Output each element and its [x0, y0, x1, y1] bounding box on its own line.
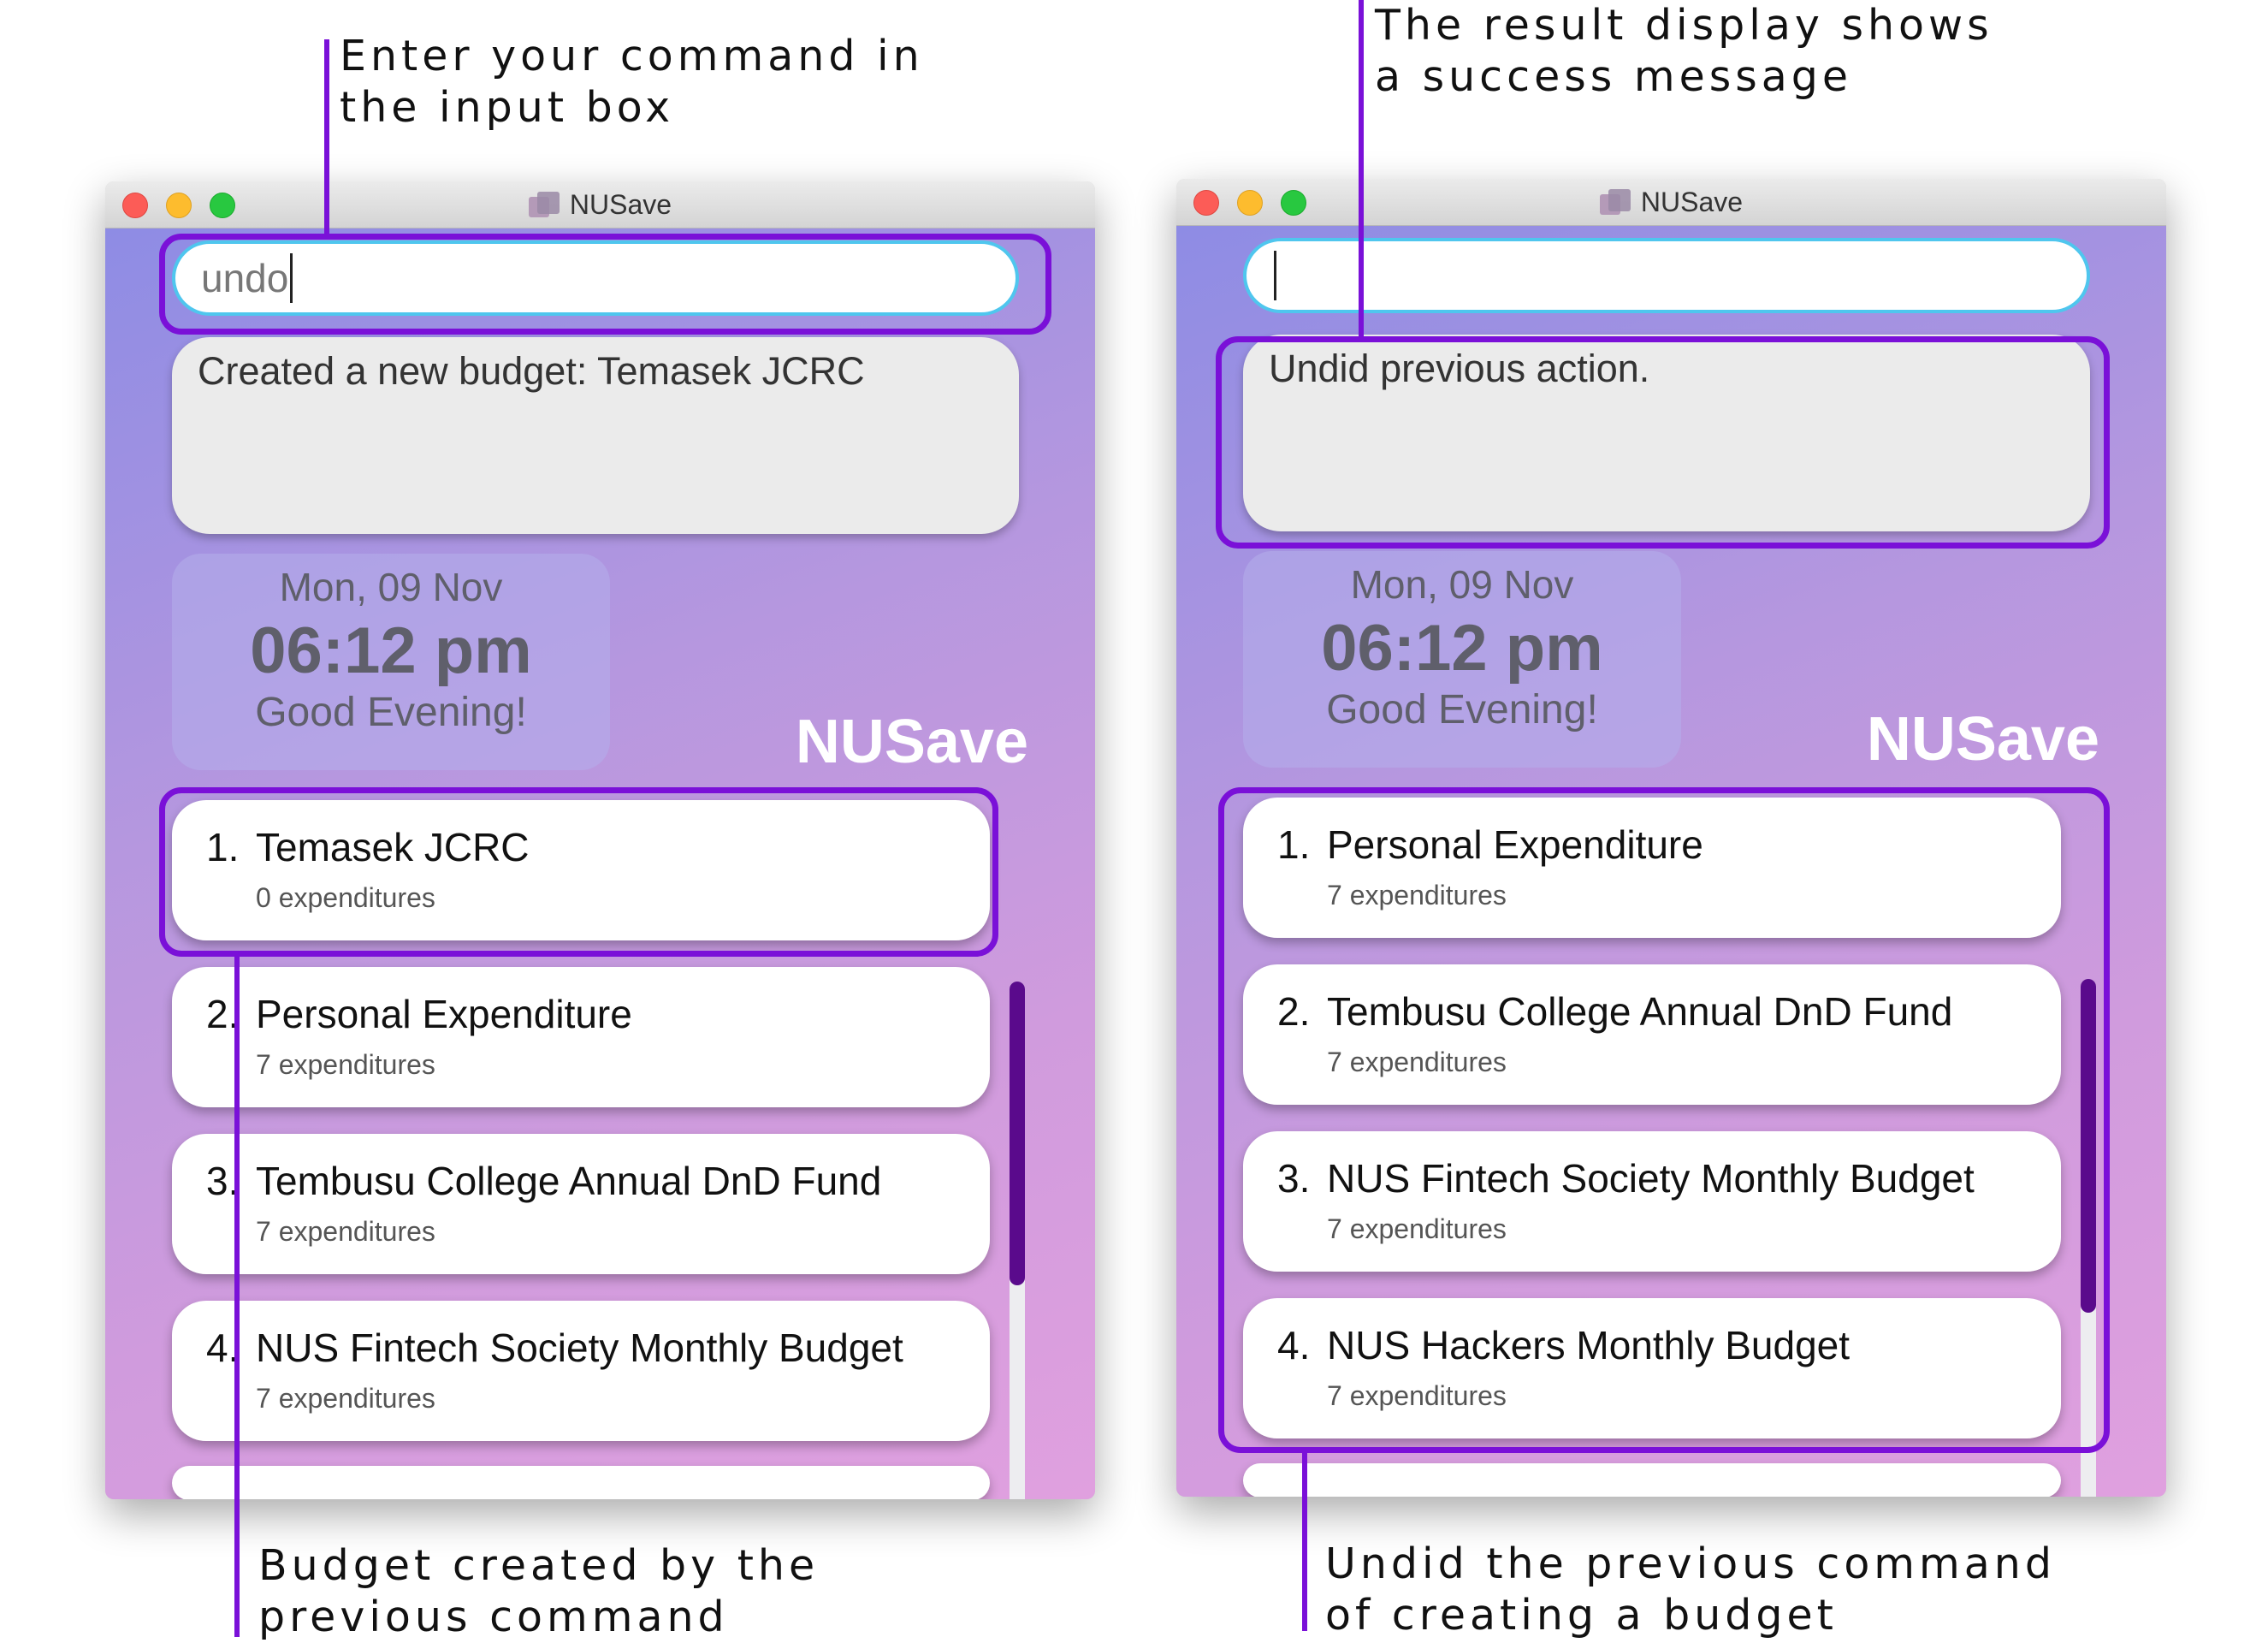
input-annotation: Enter your command in the input box [340, 32, 924, 132]
new-budget-highlight-box [159, 787, 998, 957]
clock-date: Mon, 09 Nov [279, 565, 503, 609]
input-highlight-box [159, 234, 1051, 335]
brand-name: NUSave [795, 708, 1028, 776]
budget-card-partial[interactable] [172, 1466, 990, 1499]
brand-name: NUSave [1866, 705, 2099, 774]
greeting: Good Evening! [1326, 687, 1598, 733]
title-bar: NUSave [105, 181, 1095, 228]
budget-name: Personal Expenditure [256, 992, 632, 1036]
budget-card[interactable]: 2. Personal Expenditure 7 expenditures [172, 967, 990, 1107]
clock-time: 06:12 pm [1321, 612, 1603, 685]
expenditure-count: 7 expenditures [256, 1216, 435, 1247]
undid-annotation: Undid the previous command of creating a… [1325, 1539, 2056, 1640]
clock-panel: Mon, 09 Nov 06:12 pm Good Evening! [172, 554, 610, 770]
window-title: NUSave [569, 188, 672, 220]
budget-card-partial[interactable] [1243, 1463, 2061, 1497]
result-annotation: The result display shows a success messa… [1375, 1, 1993, 101]
created-budget-annotation: Budget created by the previous command [258, 1541, 820, 1641]
budget-card[interactable]: 4. NUS Fintech Society Monthly Budget 7 … [172, 1301, 990, 1441]
result-connector-line [1359, 0, 1364, 338]
clock-date: Mon, 09 Nov [1350, 562, 1574, 607]
expenditure-count: 7 expenditures [256, 1049, 435, 1080]
budget-name: NUS Fintech Society Monthly Budget [256, 1326, 903, 1370]
input-connector-line [324, 39, 329, 234]
expenditure-count: 7 expenditures [256, 1383, 435, 1414]
undid-connector-line [1302, 1451, 1307, 1631]
app-logo-icon [1599, 187, 1632, 216]
budget-list-highlight-box [1218, 787, 2110, 1453]
clock-time: 06:12 pm [250, 614, 532, 687]
app-logo-icon [528, 190, 561, 219]
created-budget-connector-line [234, 956, 240, 1637]
budget-name: Tembusu College Annual DnD Fund [256, 1159, 882, 1203]
result-display: Created a new budget: Temasek JCRC [172, 337, 1019, 534]
budget-card[interactable]: 3. Tembusu College Annual DnD Fund 7 exp… [172, 1134, 990, 1274]
scrollbar-thumb[interactable] [1010, 982, 1025, 1285]
clock-panel: Mon, 09 Nov 06:12 pm Good Evening! [1243, 551, 1681, 768]
result-text: Created a new budget: Temasek JCRC [198, 349, 865, 393]
command-input[interactable] [1243, 238, 2090, 313]
result-highlight-box [1216, 336, 2110, 549]
text-caret [1274, 251, 1276, 300]
greeting: Good Evening! [255, 690, 527, 735]
scrollbar[interactable] [1010, 982, 1025, 1499]
title-bar: NUSave [1176, 179, 2166, 226]
window-title: NUSave [1640, 186, 1744, 217]
